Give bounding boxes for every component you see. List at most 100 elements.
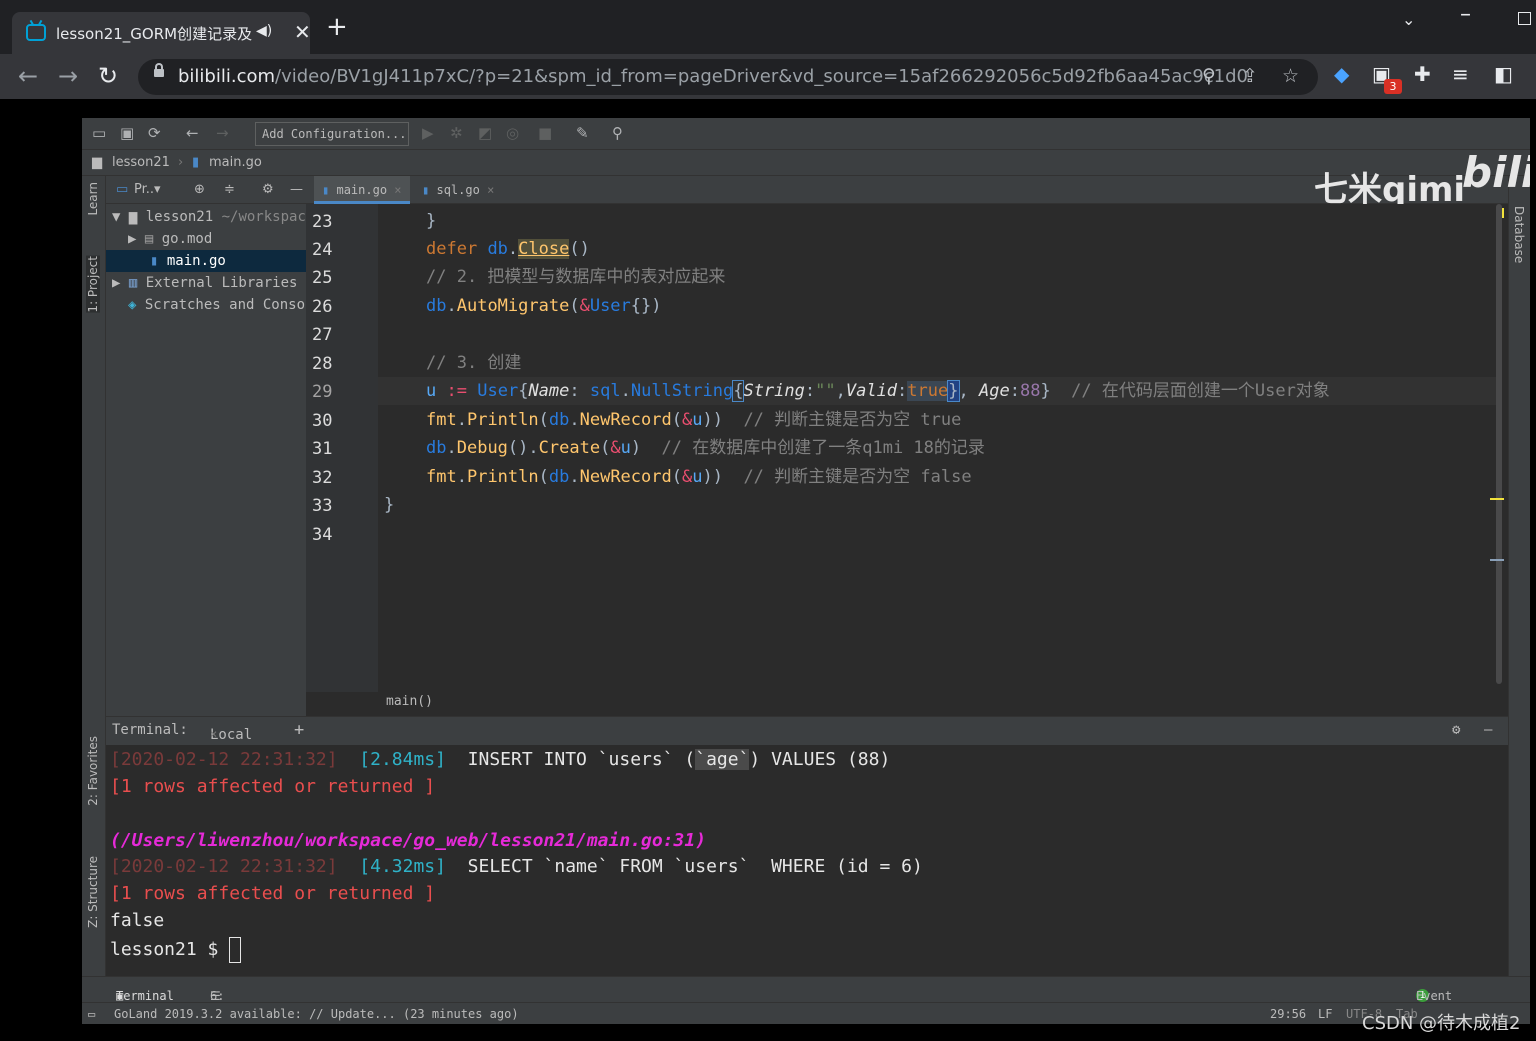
code-identifier: db	[548, 467, 570, 487]
navigate-back-icon[interactable]: ←	[186, 124, 199, 142]
tree-item-lesson21[interactable]: ▼ ▆ lesson21 ~/workspace	[106, 206, 306, 228]
tree-item-scratches[interactable]: ◈ Scratches and Consoles	[106, 294, 306, 316]
bookmark-star-icon[interactable]: ☆	[1282, 65, 1299, 87]
line-number: 30	[312, 411, 333, 431]
add-configuration-button[interactable]: Add Configuration...	[255, 122, 409, 146]
code-type: User	[589, 296, 631, 316]
log-timestamp: [2020-02-12 22:31:32]	[110, 856, 338, 877]
hide-icon[interactable]: —	[1484, 722, 1492, 738]
project-view-icon: ▭	[116, 182, 129, 197]
gear-icon[interactable]: ⚙	[262, 182, 274, 197]
collapse-icon[interactable]: ≑	[224, 182, 235, 197]
locate-icon[interactable]: ⊕	[194, 182, 205, 197]
function-breadcrumb[interactable]: main()	[386, 694, 433, 709]
editor-scroll-thumb[interactable]	[1496, 204, 1502, 684]
debug-icon[interactable]: ✲	[450, 124, 463, 142]
code-identifier: db	[426, 438, 447, 458]
open-folder-icon[interactable]: ▭	[92, 124, 106, 142]
code-identifier: db	[426, 296, 447, 316]
tree-item-go-mod[interactable]: ▶ ▤ go.mod	[106, 228, 306, 250]
window-maximize-icon[interactable]	[1518, 12, 1531, 25]
editor-scrollbar[interactable]	[1492, 204, 1502, 692]
wrench-icon[interactable]: ✎	[576, 124, 589, 142]
code-string: ""	[815, 381, 836, 401]
tab-sql-go[interactable]: ▮ sql.go ×	[414, 176, 502, 204]
project-view-selector[interactable]: Pr..▾	[134, 182, 161, 197]
navigate-forward-icon[interactable]: →	[216, 124, 229, 142]
hide-icon[interactable]: —	[290, 182, 303, 197]
forward-arrow-icon[interactable]: →	[58, 62, 78, 90]
window-minimize-icon[interactable]: –	[1460, 2, 1471, 27]
zoom-icon[interactable]: ⚲	[1202, 65, 1216, 87]
warning-marker[interactable]	[1490, 498, 1504, 500]
share-icon[interactable]: ⇪	[1242, 65, 1258, 87]
profile-icon[interactable]: ◎	[506, 124, 519, 142]
caret-position[interactable]: 29:56	[1270, 1007, 1306, 1021]
breadcrumb-file[interactable]: main.go	[209, 155, 262, 170]
extensions-puzzle-icon[interactable]: ✚	[1414, 62, 1431, 86]
tree-item-external-libraries[interactable]: ▶ ▥ External Libraries	[106, 272, 306, 294]
line-number: 31	[312, 439, 333, 459]
browser-toolbar: ← → ↻ bilibili.com/video/BV1gJ411p7xC/?p…	[0, 54, 1536, 100]
browser-tab-active[interactable]: lesson21_GORM创建记录及 ◀) ✕	[12, 12, 311, 54]
line-number: 27	[312, 325, 333, 345]
go-file-icon: ▮	[422, 183, 430, 197]
collapsed-arrow-icon: ▶	[112, 275, 129, 291]
tree-item-main-go[interactable]: ▮ main.go	[106, 250, 306, 272]
breadcrumb-project[interactable]: lesson21	[112, 155, 170, 170]
code-editor[interactable]: } defer db.Close() // 2. 把模型与数据库中的表对应起来 …	[378, 204, 1498, 692]
gear-icon[interactable]: ⚙	[1452, 722, 1460, 738]
reading-list-icon[interactable]: ≡	[1452, 62, 1469, 86]
search-icon[interactable]: ⚲	[612, 124, 623, 142]
coverage-icon[interactable]: ◩	[478, 124, 492, 142]
breadcrumb-separator: ›	[178, 155, 184, 170]
code-text: }	[384, 495, 395, 515]
new-terminal-button[interactable]: +	[294, 720, 304, 740]
back-arrow-icon[interactable]: ←	[18, 62, 38, 90]
folder-icon: ▆	[128, 209, 146, 225]
code-package: sql	[589, 381, 621, 401]
terminal-panel[interactable]: Terminal: Local × + ⚙ — [2020-02-12 22:3…	[106, 716, 1508, 976]
tab-main-go[interactable]: ▮ main.go ×	[314, 176, 410, 204]
line-number: 25	[312, 268, 333, 288]
log-timestamp: [2020-02-12 22:31:32]	[110, 749, 338, 770]
extension-gem-icon[interactable]: ◆	[1334, 62, 1349, 86]
terminal-line: [2020-02-12 22:31:32] [4.32ms] SELECT `n…	[110, 856, 923, 877]
line-number-current: 29	[312, 382, 333, 402]
code-line-29-current: u := User{Name: sql.NullString{String:""…	[378, 377, 1498, 405]
tree-label: lesson21	[145, 209, 214, 225]
tool-project[interactable]: 1: Project	[86, 256, 100, 313]
address-bar[interactable]: bilibili.com/video/BV1gJ411p7xC/?p=21&sp…	[138, 59, 1318, 95]
line-separator[interactable]: LF	[1318, 1007, 1332, 1021]
url-text[interactable]: bilibili.com/video/BV1gJ411p7xC/?p=21&sp…	[178, 66, 1248, 87]
code-variable: u	[620, 438, 631, 458]
code-comment: // 判断主键是否为空 false	[743, 467, 972, 487]
new-tab-button[interactable]: +	[326, 14, 348, 40]
status-message[interactable]: GoLand 2019.3.2 available: // Update... …	[114, 1007, 519, 1021]
tab-close-icon[interactable]: ×	[487, 183, 494, 197]
tool-structure[interactable]: Z: Structure	[86, 856, 100, 928]
tab-close-icon[interactable]: ✕	[294, 20, 311, 44]
browser-tab-strip: lesson21_GORM创建记录及 ◀) ✕ + ⌄ –	[0, 0, 1536, 54]
tool-database[interactable]: Database	[1512, 206, 1526, 263]
sync-icon[interactable]: ⟳	[148, 124, 161, 142]
tab-search-chevron-icon[interactable]: ⌄	[1402, 10, 1415, 29]
terminal-prompt[interactable]: lesson21 $	[110, 937, 242, 963]
side-panel-icon[interactable]: ◧	[1494, 62, 1513, 86]
code-method-highlighted: Close	[518, 239, 570, 259]
run-icon[interactable]: ▶	[422, 124, 434, 142]
toggle-panel-icon[interactable]: ▭	[88, 1007, 95, 1021]
tab-close-icon[interactable]: ×	[394, 183, 401, 197]
stop-icon[interactable]: ■	[538, 124, 552, 142]
tree-label: go.mod	[161, 231, 213, 247]
code-keyword: defer	[426, 239, 478, 259]
reload-icon[interactable]: ↻	[98, 62, 118, 90]
speaker-icon[interactable]: ◀)	[256, 23, 272, 39]
project-panel-header: ▭ Pr..▾ ⊕ ≑ ⚙ —	[106, 176, 306, 204]
code-variable: u	[692, 410, 703, 430]
terminal-tab-close-icon[interactable]: ×	[210, 727, 217, 741]
lock-icon[interactable]	[154, 63, 164, 77]
tool-learn[interactable]: Learn	[86, 182, 100, 216]
tool-favorites[interactable]: 2: Favorites	[86, 736, 100, 806]
save-icon[interactable]: ▣	[120, 124, 134, 142]
